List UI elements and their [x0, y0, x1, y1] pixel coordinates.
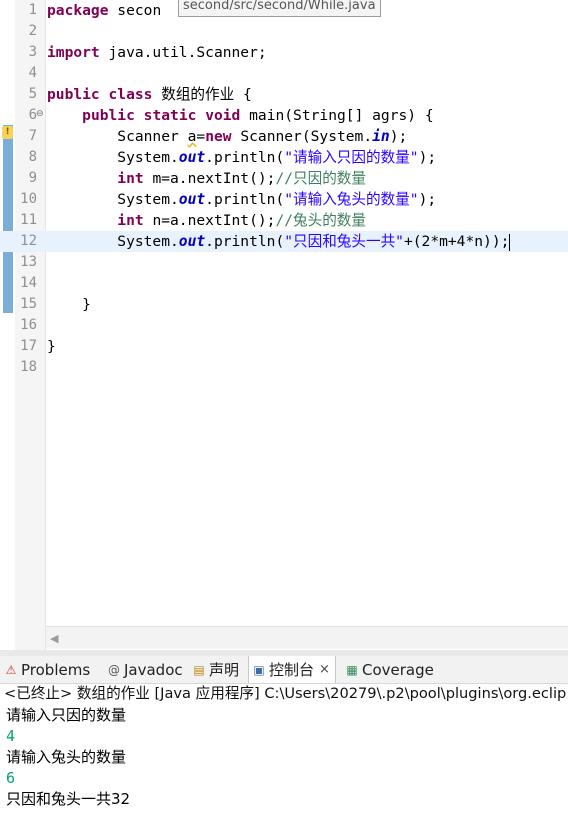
line-number: 16 — [20, 317, 37, 333]
code-text: } — [47, 296, 91, 313]
code-line[interactable]: 4 — [0, 63, 568, 84]
line-number: 11 — [20, 212, 37, 228]
line-number: 13 — [20, 254, 37, 270]
code-text: } — [47, 338, 56, 355]
console-input-line: 4 — [6, 727, 16, 745]
scroll-left-icon[interactable]: ◀ — [50, 632, 58, 645]
close-icon[interactable]: × — [319, 662, 330, 677]
code-line[interactable]: 10 System.out.println("请输入兔头的数量"); — [0, 189, 568, 210]
console-line: 只因和兔头一共32 — [6, 790, 131, 808]
horizontal-scrollbar[interactable]: ◀ — [46, 626, 568, 649]
view-tab-bar: ⚠ Problems @ Javadoc ▤ 声明 ▣ 控制台 × ▦ Coverage — [0, 656, 568, 684]
line-number: 1 — [28, 2, 37, 18]
code-line[interactable]: 3 import java.util.Scanner; — [0, 42, 568, 63]
coverage-icon: ▦ — [346, 662, 358, 677]
console-icon: ▣ — [253, 662, 265, 677]
tab-coverage[interactable]: ▦ Coverage — [345, 656, 434, 683]
tab-problems[interactable]: ⚠ Problems — [4, 656, 91, 683]
console-output[interactable]: 请输入只因的数量 4 请输入兔头的数量 6 只因和兔头一共32 — [0, 705, 568, 816]
code-text: System.out.println("只因和兔头一共"+(2*m+4*n)); — [47, 233, 511, 251]
code-line[interactable]: 5 public class 数组的作业 { — [0, 84, 568, 105]
at-icon: @ — [108, 662, 120, 677]
line-number: 7 — [28, 128, 37, 144]
line-number: 10 — [20, 191, 37, 207]
tab-javadoc[interactable]: @ Javadoc — [107, 656, 183, 683]
current-code-line[interactable]: 12 System.out.println("只因和兔头一共"+(2*m+4*n… — [0, 231, 568, 252]
line-number: 8 — [28, 149, 37, 165]
line-number: 2 — [28, 23, 37, 39]
code-line[interactable]: 13 — [0, 252, 568, 273]
tab-console[interactable]: ▣ 控制台 × — [248, 656, 336, 683]
code-line[interactable]: 6 ⊖ public static void main(String[] agr… — [0, 105, 568, 126]
code-text: package secon — [47, 2, 162, 19]
code-line[interactable]: 7 Scanner a=new Scanner(System.in); — [0, 126, 568, 147]
line-number: 4 — [28, 65, 37, 81]
line-number: 15 — [20, 296, 37, 312]
code-line[interactable]: 16 — [0, 315, 568, 336]
code-line[interactable]: 18 — [0, 357, 568, 378]
tab-declaration[interactable]: ▤ 声明 — [192, 656, 239, 683]
line-number: 3 — [28, 44, 37, 60]
line-number: 18 — [20, 359, 37, 375]
line-number: 12 — [20, 233, 37, 249]
file-path-tooltip: second/src/second/While.java — [178, 0, 381, 17]
code-text: import java.util.Scanner; — [47, 44, 267, 61]
collapse-icon[interactable]: ⊖ — [36, 108, 44, 120]
console-line: 请输入只因的数量 — [6, 706, 127, 724]
code-line[interactable]: 11 int n=a.nextInt();//兔头的数量 — [0, 210, 568, 231]
code-text: int n=a.nextInt();//兔头的数量 — [117, 212, 366, 229]
declaration-icon: ▤ — [193, 662, 205, 677]
line-number: 17 — [20, 338, 37, 354]
code-text: public class 数组的作业 { — [47, 86, 252, 103]
code-text: int m=a.nextInt();//只因的数量 — [117, 170, 366, 187]
line-number: 6 — [28, 107, 37, 123]
console-process-label: <已终止> 数组的作业 [Java 应用程序] C:\Users\20279\.… — [0, 684, 568, 706]
line-number: 5 — [28, 86, 37, 102]
code-line[interactable]: 15 } — [0, 294, 568, 315]
code-editor[interactable]: ! 1 package secon 2 3 import java.util.S… — [0, 0, 568, 650]
line-number: 14 — [20, 275, 37, 291]
code-text: System.out.println("请输入兔头的数量"); — [47, 191, 437, 208]
console-input-line: 6 — [6, 769, 16, 787]
code-line[interactable]: 8 System.out.println("请输入只因的数量"); — [0, 147, 568, 168]
text-caret — [509, 233, 511, 251]
code-line[interactable]: 14 — [0, 273, 568, 294]
code-line[interactable]: 17 } — [0, 336, 568, 357]
problems-icon: ⚠ — [5, 662, 17, 677]
code-line[interactable]: 2 — [0, 21, 568, 42]
code-text: public static void main(String[] agrs) { — [82, 107, 434, 124]
console-line: 请输入兔头的数量 — [6, 748, 127, 766]
code-line[interactable]: 9 int m=a.nextInt();//只因的数量 — [0, 168, 568, 189]
line-number: 9 — [28, 170, 37, 186]
code-text: Scanner a=new Scanner(System.in); — [47, 128, 408, 145]
code-text: System.out.println("请输入只因的数量"); — [47, 149, 437, 166]
